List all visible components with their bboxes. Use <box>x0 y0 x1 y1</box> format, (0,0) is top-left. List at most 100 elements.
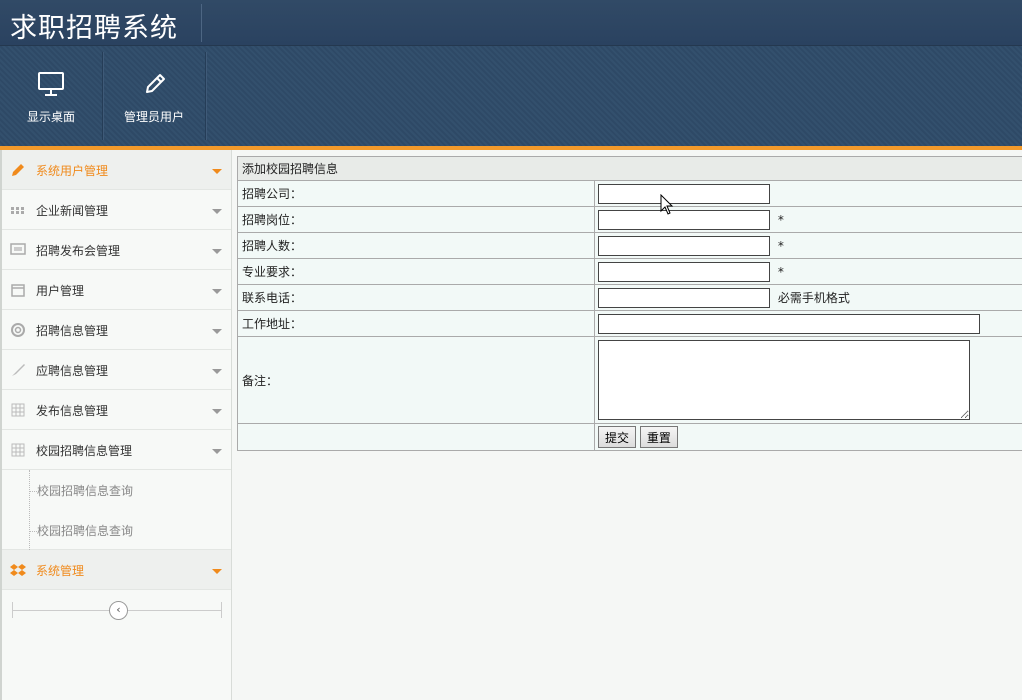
actions-cell: 提交 重置 <box>594 423 1022 451</box>
title-divider <box>201 4 202 42</box>
sidebar: 系统用户管理 企业新闻管理 招聘发布会管理 用户管理 招聘信息管理 应聘信息管理… <box>0 150 232 700</box>
empty-cell <box>237 423 595 451</box>
sidebar-item-label: 招聘发布会管理 <box>36 244 121 258</box>
form-row-position: 招聘岗位： * <box>237 206 1022 233</box>
sidebar-collapse-row: ‹ <box>2 590 231 630</box>
field-cell <box>594 180 1022 207</box>
chevron-down-icon <box>212 169 222 174</box>
field-label: 专业要求： <box>237 258 595 285</box>
chevron-down-icon <box>212 289 222 294</box>
sidebar-item-label: 发布信息管理 <box>36 404 109 418</box>
field-cell: * <box>594 232 1022 259</box>
sidebar-item-system-users[interactable]: 系统用户管理 <box>2 150 231 190</box>
field-cell: 必需手机格式 <box>594 284 1022 311</box>
chevron-down-icon <box>212 409 222 414</box>
chevron-down-icon <box>212 449 222 454</box>
sidebar-item-campus-recruit[interactable]: 校园招聘信息管理 <box>2 430 231 470</box>
form-caption-row: 添加校园招聘信息 <box>237 156 1022 181</box>
chevron-down-icon <box>212 329 222 334</box>
chevron-down-icon <box>212 209 222 214</box>
chevron-down-icon <box>212 369 222 374</box>
remark-textarea[interactable] <box>598 340 970 420</box>
show-desktop-button[interactable]: 显示桌面 <box>0 46 102 146</box>
field-cell: * <box>594 258 1022 285</box>
top-header: 求职招聘系统 <box>0 0 1022 46</box>
pencil-icon <box>146 74 165 93</box>
submenu-item-label: 校园招聘信息查询 <box>37 484 134 498</box>
brush-icon <box>12 364 25 376</box>
form-row-actions: 提交 重置 <box>237 423 1022 451</box>
submenu-item-campus-query[interactable]: 校园招聘信息查询 <box>29 522 133 542</box>
sidebar-item-label: 用户管理 <box>36 284 85 298</box>
chevron-down-icon <box>212 249 222 254</box>
headcount-input[interactable] <box>598 235 770 256</box>
screen-icon <box>10 243 26 255</box>
sidebar-item-users[interactable]: 用户管理 <box>2 270 231 310</box>
grid-dots-icon <box>11 207 24 214</box>
mouse-cursor-icon <box>660 194 674 215</box>
phone-input[interactable] <box>598 287 770 308</box>
collapse-line-end <box>221 602 222 618</box>
app-title: 求职招聘系统 <box>10 13 178 44</box>
required-mark: * <box>777 264 784 279</box>
lifebuoy-icon <box>11 323 25 337</box>
submenu-dash <box>29 531 37 532</box>
monitor-icon <box>38 72 64 96</box>
sidebar-item-company-news[interactable]: 企业新闻管理 <box>2 190 231 230</box>
field-label: 招聘岗位： <box>237 206 595 233</box>
phone-format-hint: 必需手机格式 <box>777 291 850 305</box>
sidebar-item-label: 系统管理 <box>36 564 85 578</box>
company-input[interactable] <box>598 183 770 204</box>
sidebar-item-job-info[interactable]: 招聘信息管理 <box>2 310 231 350</box>
admin-user-label: 管理员用户 <box>123 110 184 124</box>
field-cell: * <box>594 206 1022 233</box>
chevron-left-icon: ‹ <box>116 603 121 616</box>
toolbar-divider <box>205 52 206 140</box>
position-input[interactable] <box>598 209 770 230</box>
sidebar-item-label: 企业新闻管理 <box>36 204 109 218</box>
field-label: 工作地址： <box>237 310 595 337</box>
show-desktop-label: 显示桌面 <box>26 110 75 124</box>
sidebar-item-applications[interactable]: 应聘信息管理 <box>2 350 231 390</box>
submenu-dash <box>29 491 37 492</box>
field-label: 联系电话： <box>237 284 595 311</box>
required-mark: * <box>777 238 784 253</box>
toolbar: 显示桌面 管理员用户 <box>0 46 1022 146</box>
submenu-item-campus-query[interactable]: 校园招聘信息查询 <box>29 482 133 502</box>
form-row-headcount: 招聘人数： * <box>237 232 1022 259</box>
sidebar-item-label: 应聘信息管理 <box>36 364 109 378</box>
submenu-item-label: 校园招聘信息查询 <box>37 524 134 538</box>
submit-button[interactable]: 提交 <box>598 426 637 448</box>
admin-user-button[interactable]: 管理员用户 <box>103 46 205 146</box>
form-row-remark: 备注： <box>237 336 1022 424</box>
field-label: 备注： <box>237 336 595 424</box>
required-mark: * <box>777 212 784 227</box>
sidebar-collapse-button[interactable]: ‹ <box>109 601 128 620</box>
form-row-major: 专业要求： * <box>237 258 1022 285</box>
chevron-down-icon <box>212 569 222 574</box>
field-label: 招聘人数： <box>237 232 595 259</box>
field-cell <box>594 310 1022 337</box>
sidebar-item-label: 系统用户管理 <box>36 164 109 178</box>
form-row-phone: 联系电话： 必需手机格式 <box>237 284 1022 311</box>
form-caption: 添加校园招聘信息 <box>237 156 1022 181</box>
sidebar-item-label: 校园招聘信息管理 <box>36 444 133 458</box>
pencil-icon <box>12 164 24 176</box>
reset-button[interactable]: 重置 <box>639 426 678 448</box>
field-label: 招聘公司： <box>237 180 595 207</box>
table-grid-icon <box>11 403 25 417</box>
main-content: 添加校园招聘信息 招聘公司： 招聘岗位： * 招聘人数： * 专业要求： * 联… <box>237 156 1022 451</box>
form-row-address: 工作地址： <box>237 310 1022 337</box>
collapse-line-end <box>12 602 13 618</box>
major-requirement-input[interactable] <box>598 261 770 282</box>
dropbox-icon <box>10 564 26 576</box>
table-grid-icon <box>11 443 25 457</box>
sidebar-item-job-fair[interactable]: 招聘发布会管理 <box>2 230 231 270</box>
campus-recruit-form: 添加校园招聘信息 招聘公司： 招聘岗位： * 招聘人数： * 专业要求： * 联… <box>237 156 1022 451</box>
form-row-company: 招聘公司： <box>237 180 1022 207</box>
sidebar-item-system-admin[interactable]: 系统管理 <box>2 550 231 590</box>
sidebar-item-label: 招聘信息管理 <box>36 324 109 338</box>
work-address-input[interactable] <box>598 313 980 334</box>
sidebar-item-publish-info[interactable]: 发布信息管理 <box>2 390 231 430</box>
calendar-icon <box>11 284 25 297</box>
